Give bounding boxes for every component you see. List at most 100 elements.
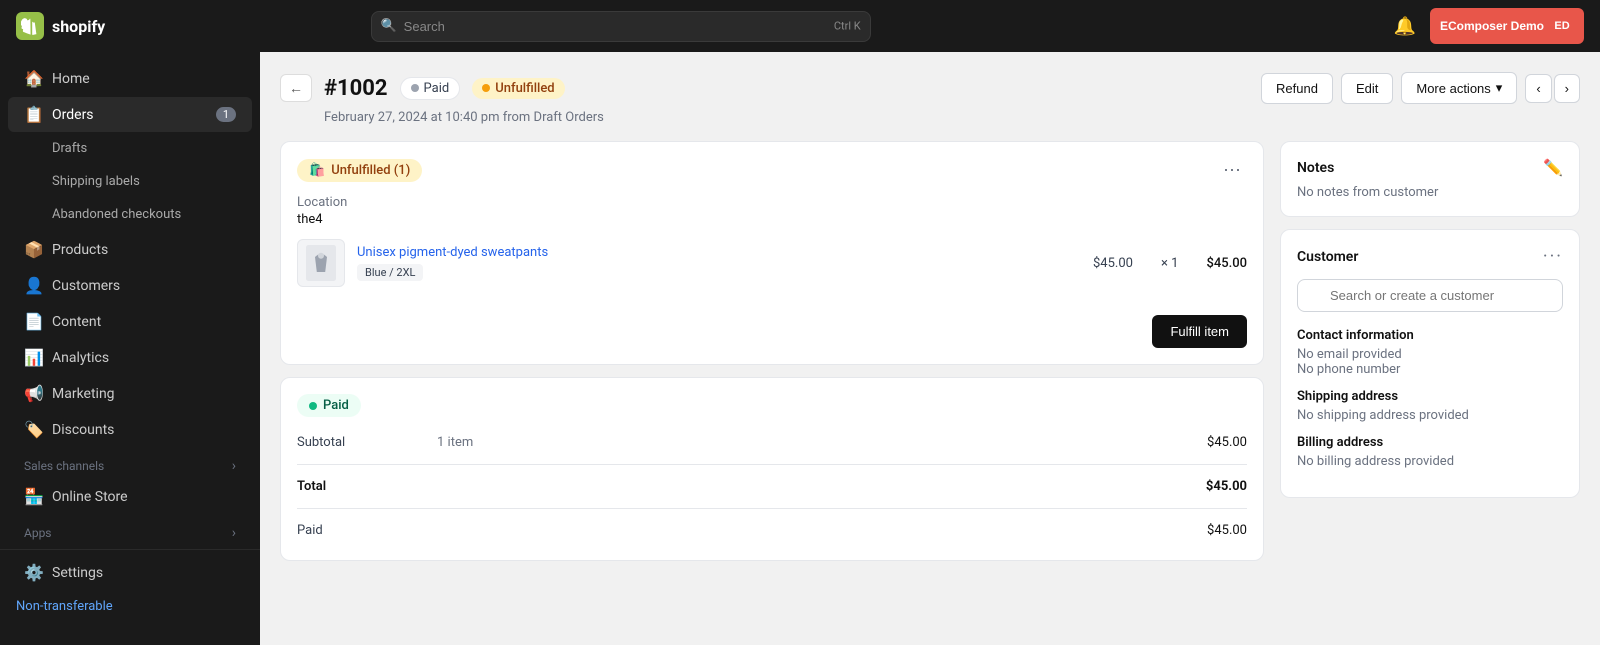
sidebar-item-online-store[interactable]: 🏪 Online Store	[8, 479, 252, 514]
customer-more-icon[interactable]: ···	[1543, 246, 1563, 267]
no-email: No email provided	[1297, 347, 1563, 362]
location-label: Location	[297, 195, 1247, 210]
sidebar-item-drafts[interactable]: Drafts	[8, 133, 252, 165]
unfulfilled-dot	[482, 84, 490, 92]
sidebar-item-label: Orders	[52, 107, 94, 123]
sidebar-item-products[interactable]: 📦 Products	[8, 232, 252, 267]
paid-label: Paid	[424, 81, 450, 96]
order-date: February 27, 2024 at 10:40 pm from Draft…	[324, 110, 1580, 125]
more-actions-button[interactable]: More actions ▾	[1401, 72, 1517, 104]
prev-order-button[interactable]: ‹	[1525, 74, 1551, 103]
topbar: shopify 🔍 Ctrl K 🔔 EComposer Demo ED	[0, 0, 1600, 52]
refund-button[interactable]: Refund	[1261, 73, 1333, 104]
more-actions-label: More actions	[1416, 81, 1490, 96]
customer-card: Customer ··· 🔍 Contact information No em…	[1280, 229, 1580, 498]
no-phone: No phone number	[1297, 362, 1563, 377]
sidebar-item-abandoned-checkouts[interactable]: Abandoned checkouts	[8, 199, 252, 231]
paid-status-badge: Paid	[400, 77, 461, 100]
home-icon: 🏠	[24, 69, 42, 88]
customer-header: Customer ···	[1297, 246, 1563, 267]
sidebar-item-label: Products	[52, 242, 108, 258]
edit-button[interactable]: Edit	[1341, 73, 1393, 104]
content-area: ← #1002 Paid Unfulfilled Refund Edit Mor…	[260, 52, 1600, 645]
product-qty: × 1	[1161, 256, 1179, 271]
payment-divider-2	[297, 508, 1247, 509]
unfulfilled-badge-label: Unfulfilled (1)	[331, 163, 410, 178]
search-shortcut: Ctrl K	[834, 20, 861, 33]
customer-title: Customer	[1297, 249, 1358, 265]
paid-green-dot	[309, 402, 317, 410]
sidebar-item-marketing[interactable]: 📢 Marketing	[8, 376, 252, 411]
product-variant: Blue / 2XL	[357, 264, 423, 281]
order-main: 🛍️ Unfulfilled (1) ⋯ Location the4	[280, 141, 1264, 561]
logo-text: shopify	[52, 17, 105, 36]
unfulfilled-status-badge: Unfulfilled	[472, 78, 564, 99]
paid-row-amount: $45.00	[1207, 523, 1247, 538]
online-store-icon: 🏪	[24, 487, 42, 506]
total-label: Total	[297, 479, 437, 494]
account-button[interactable]: EComposer Demo ED	[1430, 8, 1584, 44]
customer-search-wrap: 🔍	[1297, 279, 1563, 312]
customer-search-input[interactable]	[1297, 279, 1563, 312]
sidebar-item-settings[interactable]: ⚙️ Settings	[8, 555, 252, 590]
order-content: 🛍️ Unfulfilled (1) ⋯ Location the4	[280, 141, 1580, 561]
payment-divider	[297, 464, 1247, 465]
sidebar-item-label: Settings	[52, 565, 103, 581]
subtotal-amount: $45.00	[1207, 435, 1247, 450]
payment-card: Paid Subtotal 1 item $45.00 Total $45.00	[280, 377, 1264, 561]
sidebar-item-label: Home	[52, 71, 90, 87]
paid-row: Paid $45.00	[297, 517, 1247, 544]
billing-title: Billing address	[1297, 435, 1563, 450]
notes-title: Notes	[1297, 160, 1334, 176]
chevron-down-icon: ▾	[1496, 80, 1503, 96]
fire-icon: 🛍️	[309, 163, 325, 178]
sidebar-item-label: Customers	[52, 278, 120, 294]
sidebar-item-label: Content	[52, 314, 101, 330]
content-icon: 📄	[24, 312, 42, 331]
sidebar-item-home[interactable]: 🏠 Home	[8, 61, 252, 96]
sidebar-item-analytics[interactable]: 📊 Analytics	[8, 340, 252, 375]
contact-info-section: Contact information No email provided No…	[1297, 328, 1563, 377]
no-shipping: No shipping address provided	[1297, 408, 1563, 423]
topbar-right: 🔔 EComposer Demo ED	[1390, 8, 1584, 44]
customers-icon: 👤	[24, 276, 42, 295]
products-icon: 📦	[24, 240, 42, 259]
subtotal-sub-label: 1 item	[437, 435, 1207, 450]
product-name[interactable]: Unisex pigment-dyed sweatpants	[357, 245, 1081, 260]
sidebar-bottom: ⚙️ Settings Non-transferable	[0, 549, 260, 622]
apps-expand-icon[interactable]: ›	[232, 525, 236, 541]
product-info: Unisex pigment-dyed sweatpants Blue / 2X…	[357, 245, 1081, 281]
search-bar: 🔍 Ctrl K	[371, 11, 871, 42]
qty-value: 1	[1171, 256, 1178, 271]
sales-channels-expand-icon[interactable]: ›	[232, 458, 236, 474]
subtotal-label: Subtotal	[297, 435, 437, 450]
shopify-icon	[16, 12, 44, 40]
sidebar-item-shipping-labels[interactable]: Shipping labels	[8, 166, 252, 198]
sidebar-item-customers[interactable]: 👤 Customers	[8, 268, 252, 303]
search-input[interactable]	[371, 11, 871, 42]
order-actions: Refund Edit More actions ▾ ‹ ›	[1261, 72, 1580, 104]
next-order-button[interactable]: ›	[1554, 74, 1580, 103]
search-icon: 🔍	[381, 19, 397, 34]
notification-bell[interactable]: 🔔	[1390, 12, 1420, 41]
unfulfilled-label: Unfulfilled	[495, 81, 554, 96]
sidebar-item-orders[interactable]: 📋 Orders 1	[8, 97, 252, 132]
sidebar-item-discounts[interactable]: 🏷️ Discounts	[8, 412, 252, 447]
payment-card-header: Paid	[297, 394, 1247, 417]
fulfill-item-button[interactable]: Fulfill item	[1152, 315, 1247, 348]
unfulfilled-more-button[interactable]: ⋯	[1217, 158, 1247, 183]
settings-icon: ⚙️	[24, 563, 42, 582]
back-button[interactable]: ←	[280, 74, 312, 102]
shipping-title: Shipping address	[1297, 389, 1563, 404]
paid-badge: Paid	[297, 394, 361, 417]
sidebar-item-label: Online Store	[52, 489, 128, 505]
analytics-icon: 📊	[24, 348, 42, 367]
unfulfilled-card: 🛍️ Unfulfilled (1) ⋯ Location the4	[280, 141, 1264, 365]
main-layout: 🏠 Home 📋 Orders 1 Drafts Shipping labels…	[0, 52, 1600, 645]
apps-label: Apps	[24, 526, 52, 540]
billing-section: Billing address No billing address provi…	[1297, 435, 1563, 469]
edit-notes-icon[interactable]: ✏️	[1543, 158, 1563, 177]
apps-section: Apps ›	[0, 515, 260, 545]
sidebar-item-content[interactable]: 📄 Content	[8, 304, 252, 339]
marketing-icon: 📢	[24, 384, 42, 403]
